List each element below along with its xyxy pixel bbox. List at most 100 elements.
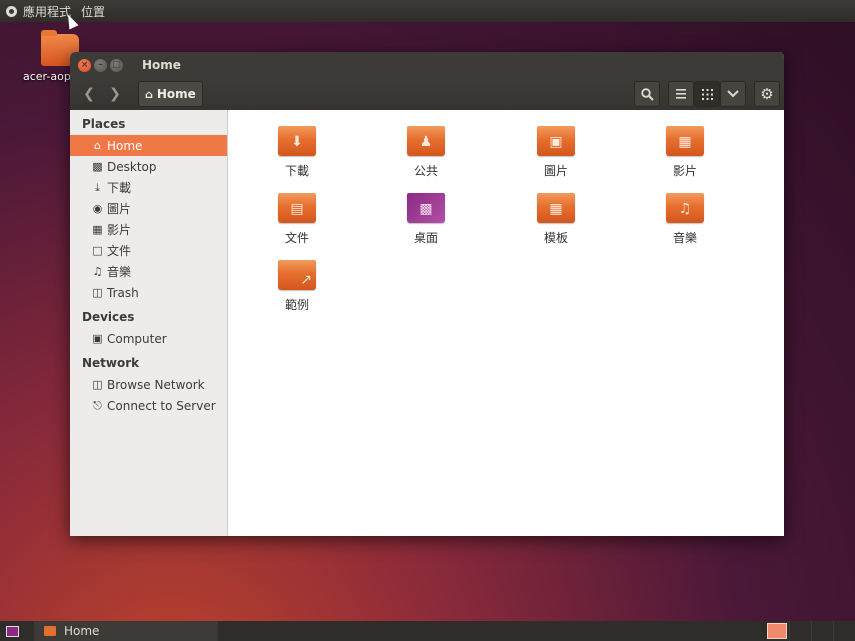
forward-button[interactable]: ❯	[102, 81, 128, 107]
places-menu[interactable]: 位置	[81, 3, 105, 20]
sidebar-item-pictures[interactable]: ◉ 圖片	[70, 198, 227, 219]
path-bar-home-button[interactable]: ⌂ Home	[138, 81, 203, 107]
sidebar-item-label: Home	[107, 138, 143, 153]
grid-icon	[701, 88, 713, 100]
bottom-panel: Home	[0, 621, 855, 641]
file-item-music[interactable]: ♫ 音樂	[635, 188, 735, 246]
sidebar-item-computer[interactable]: ▣ Computer	[70, 328, 227, 349]
file-label: 下載	[284, 164, 309, 178]
close-icon: ×	[80, 59, 89, 70]
sidebar-item-label: Trash	[107, 285, 139, 300]
desktop-icon	[5, 625, 19, 637]
sidebar-item-music[interactable]: ♫ 音樂	[70, 261, 227, 282]
camera-icon: ◉	[92, 202, 103, 215]
workspace-3[interactable]	[811, 621, 833, 641]
videos-folder-icon: ▦	[666, 121, 704, 156]
drive-icon: ▣	[92, 332, 103, 345]
sidebar-item-home[interactable]: ⌂ Home	[70, 135, 227, 156]
file-item-desktop[interactable]: ▩ 桌面	[376, 188, 476, 246]
devices-header: Devices	[82, 310, 135, 324]
public-folder-icon: ♟	[407, 121, 445, 156]
sidebar: Places ⌂ Home ▩ Desktop ⤓ 下載 ◉ 圖片 ▦ 影片 □…	[70, 110, 228, 536]
documents-folder-icon: ▤	[278, 188, 316, 223]
file-view: ⬇ 下載 ♟ 公共 ▣ 圖片 ▦ 影片 ▤ 文件 ▩ 桌面 ▦ 模板 ♫ 音樂	[229, 110, 784, 536]
sidebar-item-browse-network[interactable]: ◫ Browse Network	[70, 374, 227, 395]
sidebar-item-label: 文件	[107, 244, 132, 258]
workspace-switcher	[765, 621, 855, 641]
sidebar-item-label: 音樂	[107, 265, 132, 279]
file-item-videos[interactable]: ▦ 影片	[635, 121, 735, 179]
sidebar-item-desktop[interactable]: ▩ Desktop	[70, 156, 227, 177]
back-button[interactable]: ❮	[76, 81, 102, 107]
sidebar-item-downloads[interactable]: ⤓ 下載	[70, 177, 227, 198]
download-icon: ⤓	[95, 180, 100, 194]
download-folder-icon: ⬇	[278, 121, 316, 156]
places-header: Places	[82, 117, 126, 131]
trash-icon: ◫	[92, 286, 103, 299]
sidebar-item-label: Desktop	[107, 159, 157, 174]
close-button[interactable]: ×	[78, 58, 91, 72]
search-icon	[640, 87, 654, 101]
file-label: 桌面	[413, 231, 438, 245]
file-item-examples[interactable]: ↗ 範例	[247, 255, 347, 313]
workspace-2[interactable]	[789, 621, 811, 641]
file-label: 文件	[284, 231, 309, 245]
folder-icon: ▩	[92, 160, 103, 173]
file-label: 公共	[413, 164, 438, 178]
sidebar-item-label: Connect to Server	[107, 398, 216, 413]
desktop-folder-icon: ▩	[407, 188, 445, 223]
file-label: 模板	[543, 231, 568, 245]
chevron-left-icon: ❮	[83, 86, 95, 102]
file-label: 範例	[284, 298, 309, 312]
document-icon: □	[92, 244, 103, 257]
home-icon: ⌂	[94, 139, 101, 152]
chevron-right-icon: ❯	[109, 86, 121, 102]
sidebar-item-connect-server[interactable]: ⎋ Connect to Server	[70, 395, 227, 416]
sidebar-item-label: Computer	[107, 331, 167, 346]
search-button[interactable]	[634, 81, 660, 107]
top-panel: 應用程式 位置	[0, 0, 855, 22]
pictures-folder-icon: ▣	[537, 121, 575, 156]
home-icon: ⌂	[145, 87, 153, 101]
examples-link-icon: ↗	[278, 255, 316, 290]
file-item-public[interactable]: ♟ 公共	[376, 121, 476, 179]
music-folder-icon: ♫	[666, 188, 704, 223]
toolbar: ❮ ❯ ⌂ Home ⚙	[70, 78, 784, 110]
taskbar-item-label: Home	[64, 624, 100, 638]
file-item-documents[interactable]: ▤ 文件	[247, 188, 347, 246]
grid-view-button[interactable]	[694, 81, 720, 107]
maximize-button[interactable]: □	[110, 58, 123, 72]
sidebar-item-videos[interactable]: ▦ 影片	[70, 219, 227, 240]
gear-icon: ⚙	[760, 85, 774, 103]
minimize-button[interactable]: –	[94, 58, 107, 72]
file-manager-window: × – □ Home ❮ ❯ ⌂ Home ⚙ Places ⌂ Home ▩ …	[70, 52, 784, 536]
view-options-button[interactable]	[720, 81, 746, 107]
window-titlebar[interactable]: × – □ Home	[70, 52, 784, 78]
list-view-button[interactable]	[668, 81, 694, 107]
file-item-pictures[interactable]: ▣ 圖片	[506, 121, 606, 179]
file-label: 影片	[672, 164, 697, 178]
film-icon: ▦	[92, 223, 103, 236]
workspace-4[interactable]	[833, 621, 855, 641]
sidebar-item-trash[interactable]: ◫ Trash	[70, 282, 227, 303]
sidebar-item-documents[interactable]: □ 文件	[70, 240, 227, 261]
file-label: 音樂	[672, 231, 697, 245]
file-manager-icon	[44, 626, 56, 636]
workspace-1[interactable]	[767, 623, 787, 639]
minimize-icon: –	[98, 59, 103, 70]
taskbar-item-home[interactable]: Home	[34, 621, 218, 641]
music-icon: ♫	[92, 265, 103, 278]
templates-folder-icon: ▦	[537, 188, 575, 223]
path-bar-label: Home	[156, 87, 196, 101]
sidebar-item-label: Browse Network	[107, 377, 205, 392]
ubuntu-menu-icon[interactable]	[6, 5, 17, 17]
file-item-templates[interactable]: ▦ 模板	[506, 188, 606, 246]
file-label: 圖片	[543, 164, 568, 178]
file-item-downloads[interactable]: ⬇ 下載	[247, 121, 347, 179]
window-title: Home	[142, 58, 181, 72]
network-header: Network	[82, 356, 140, 370]
show-desktop-button[interactable]	[0, 621, 24, 641]
list-icon	[676, 89, 686, 99]
settings-button[interactable]: ⚙	[754, 81, 780, 107]
server-icon: ⎋	[93, 398, 102, 412]
